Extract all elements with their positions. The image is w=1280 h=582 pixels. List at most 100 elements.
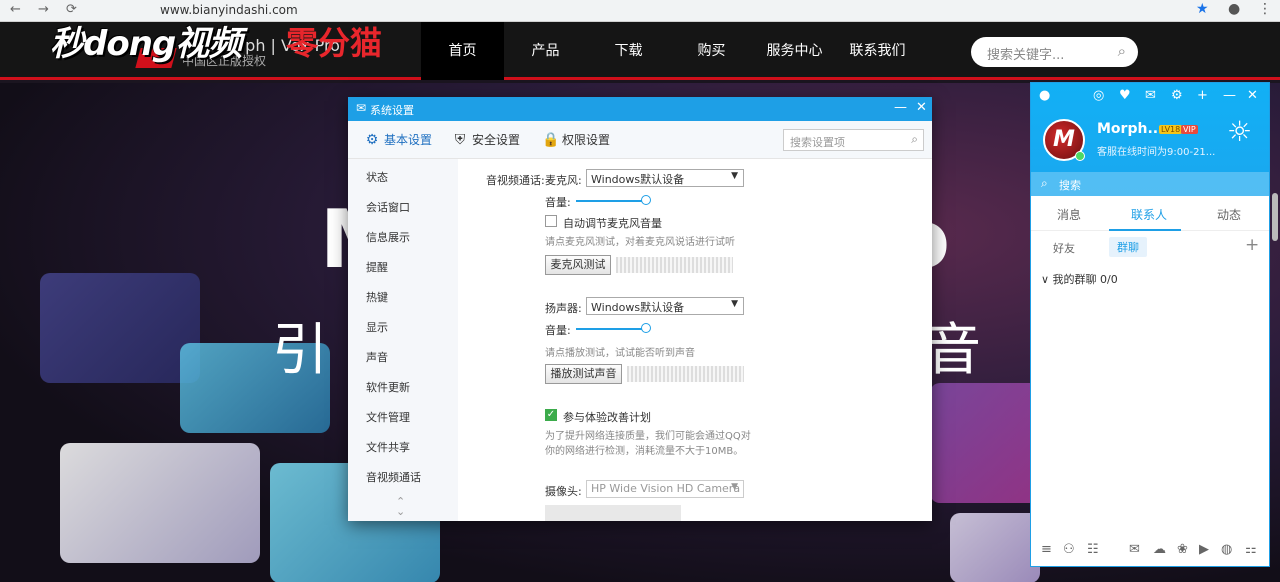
- site-search-placeholder: 搜索关键字...: [987, 48, 1065, 63]
- dialog-tabs: ⚙ 基本设置 ⛨ 安全设置 🔒 权限设置 搜索设置项 ⌕: [348, 121, 932, 159]
- minimize-icon[interactable]: —: [894, 100, 907, 115]
- qq-close-icon[interactable]: ✕: [1247, 88, 1258, 103]
- page-scrollbar[interactable]: [1272, 193, 1278, 241]
- qq-search-input[interactable]: ⌕ 搜索: [1031, 172, 1269, 196]
- search-icon[interactable]: ⌕: [1118, 42, 1126, 60]
- speaker-volume-slider[interactable]: [576, 328, 646, 330]
- nav-service[interactable]: 服务中心: [753, 22, 836, 80]
- sidebar-item-hotkey[interactable]: 热键: [366, 289, 388, 305]
- shield-icon: ⛨: [454, 132, 466, 148]
- game-icon[interactable]: ◍: [1221, 542, 1232, 557]
- scroll-down-icon[interactable]: ⌄: [396, 505, 405, 518]
- qq-zone-icon[interactable]: ◎: [1093, 88, 1104, 103]
- reload-icon[interactable]: ⟳: [66, 2, 77, 17]
- tab-contacts[interactable]: 联系人: [1131, 206, 1167, 223]
- mic-label: 麦克风:: [545, 174, 582, 187]
- qq-minimize-icon[interactable]: —: [1223, 88, 1236, 103]
- av-section-label: 音视频通话:: [486, 174, 545, 187]
- settings-search-input[interactable]: 搜索设置项 ⌕: [783, 129, 924, 151]
- mail-icon[interactable]: ✉: [1129, 542, 1140, 557]
- browser-menu-icon[interactable]: ⋮: [1258, 1, 1272, 17]
- qq-settings-icon[interactable]: ⚙: [1171, 88, 1183, 103]
- main-menu-icon[interactable]: ≡: [1041, 542, 1052, 557]
- qq-skin-icon[interactable]: ♥: [1119, 88, 1131, 103]
- active-tab-indicator: [1109, 229, 1181, 231]
- speaker-device-select[interactable]: Windows默认设备 ▼: [586, 297, 744, 315]
- sidebar-item-update[interactable]: 软件更新: [366, 379, 410, 395]
- mic-volume-knob[interactable]: [641, 195, 651, 205]
- qq-tabs: 消息 联系人 动态: [1031, 198, 1269, 231]
- add-friend-icon[interactable]: ⚇: [1063, 542, 1075, 557]
- add-group-icon[interactable]: +: [1245, 235, 1259, 255]
- qq-mail-icon[interactable]: ✉: [1145, 88, 1156, 103]
- sidebar-item-av-call[interactable]: 音视频通话: [366, 469, 421, 485]
- tab-messages[interactable]: 消息: [1057, 206, 1081, 223]
- improve-checkbox[interactable]: ✓: [545, 409, 557, 421]
- vip-badge[interactable]: VIP: [1181, 125, 1198, 134]
- dialog-titlebar[interactable]: ✉ 系统设置 — ✕: [348, 97, 932, 121]
- qq-bottom-toolbar: ≡ ⚇ ☷ ✉ ☁ ❀ ▶ ◍ ⚏: [1031, 536, 1269, 566]
- sidebar-item-sound[interactable]: 声音: [366, 349, 388, 365]
- sidebar-item-info-display[interactable]: 信息展示: [366, 229, 410, 245]
- qq-signature[interactable]: 客服在线时间为9:00-21...: [1097, 143, 1215, 158]
- online-status-icon[interactable]: [1075, 151, 1085, 161]
- close-icon[interactable]: ✕: [916, 100, 927, 115]
- tab-security-settings[interactable]: ⛨ 安全设置: [452, 131, 520, 148]
- apps-icon[interactable]: ❀: [1177, 542, 1188, 557]
- settings-content: 音视频通话: 麦克风: Windows默认设备 ▼ 音量: 自动调节麦克风音量 请…: [458, 159, 932, 521]
- camera-label: 摄像头:: [545, 485, 582, 498]
- video-icon[interactable]: ▶: [1199, 542, 1209, 557]
- level-badge[interactable]: LV18: [1159, 125, 1183, 134]
- improve-hint-line1: 为了提升网络连接质量，我们可能会通过QQ对: [545, 431, 751, 442]
- my-groups-folder[interactable]: ∨ 我的群聊 0/0: [1041, 271, 1118, 287]
- dialog-title: 系统设置: [370, 104, 414, 117]
- mic-device-select[interactable]: Windows默认设备 ▼: [586, 169, 744, 187]
- bookmark-star-icon[interactable]: ★: [1196, 1, 1209, 17]
- app-manager-icon[interactable]: ⚏: [1245, 542, 1257, 557]
- nav-home[interactable]: 首页: [421, 22, 504, 80]
- speaker-volume-knob[interactable]: [641, 323, 651, 333]
- chevron-down-icon: ▼: [731, 171, 738, 181]
- mic-auto-checkbox[interactable]: [545, 215, 557, 227]
- sidebar-item-file-share[interactable]: 文件共享: [366, 439, 410, 455]
- forward-icon[interactable]: →: [38, 2, 49, 17]
- weiyun-icon[interactable]: ☁: [1153, 542, 1166, 557]
- speaker-volume-label: 音量:: [545, 324, 571, 337]
- subtab-groups[interactable]: 群聊: [1109, 237, 1147, 257]
- sidebar-item-reminder[interactable]: 提醒: [366, 259, 388, 275]
- weather-icon[interactable]: ☼: [1227, 115, 1252, 148]
- site-header: Morph | Vox Pro 中国区正版授权 秒dong视频 零分猫 首页 产…: [0, 22, 1280, 80]
- back-icon[interactable]: ←: [10, 2, 21, 17]
- chevron-down-icon: ▼: [731, 299, 738, 309]
- mic-volume-slider[interactable]: [576, 200, 646, 202]
- profile-icon[interactable]: ●: [1228, 1, 1240, 17]
- gear-icon: ⚙: [365, 132, 379, 148]
- nav-products[interactable]: 产品: [504, 22, 587, 80]
- nav-buy[interactable]: 购买: [670, 22, 753, 80]
- subtab-friends[interactable]: 好友: [1053, 240, 1075, 256]
- tab-permission-settings[interactable]: 🔒 权限设置: [542, 131, 610, 148]
- qq-search-placeholder: 搜索: [1059, 179, 1081, 192]
- tab-feeds[interactable]: 动态: [1217, 206, 1241, 223]
- sidebar-item-status[interactable]: 状态: [366, 169, 388, 185]
- speaker-level-meter: [627, 366, 744, 382]
- nav-contact[interactable]: 联系我们: [836, 22, 919, 80]
- camera-device-select[interactable]: HP Wide Vision HD Camera ▼: [586, 480, 744, 498]
- site-search-input[interactable]: 搜索关键字... ⌕: [971, 37, 1138, 67]
- site-logo[interactable]: Morph | Vox Pro 中国区正版授权 秒dong视频 零分猫: [50, 22, 410, 80]
- sidebar-item-chat-window[interactable]: 会话窗口: [366, 199, 410, 215]
- search-icon: ⌕: [1041, 176, 1048, 190]
- sidebar-item-display[interactable]: 显示: [366, 319, 388, 335]
- tab-basic-settings[interactable]: ⚙ 基本设置: [364, 131, 432, 148]
- nav-download[interactable]: 下载: [587, 22, 670, 80]
- speaker-label: 扬声器:: [545, 302, 582, 315]
- mic-test-button[interactable]: 麦克风测试: [545, 255, 611, 275]
- speaker-hint: 请点播放测试，试试能否听到声音: [545, 348, 695, 359]
- sidebar-item-file-manage[interactable]: 文件管理: [366, 409, 410, 425]
- qq-nickname[interactable]: Morph...: [1097, 121, 1163, 137]
- address-bar[interactable]: www.bianyindashi.com: [160, 3, 298, 17]
- qq-add-icon[interactable]: +: [1197, 88, 1208, 103]
- file-assistant-icon[interactable]: ☷: [1087, 542, 1099, 557]
- speaker-test-button[interactable]: 播放测试声音: [545, 364, 622, 384]
- search-icon[interactable]: ⌕: [911, 132, 918, 147]
